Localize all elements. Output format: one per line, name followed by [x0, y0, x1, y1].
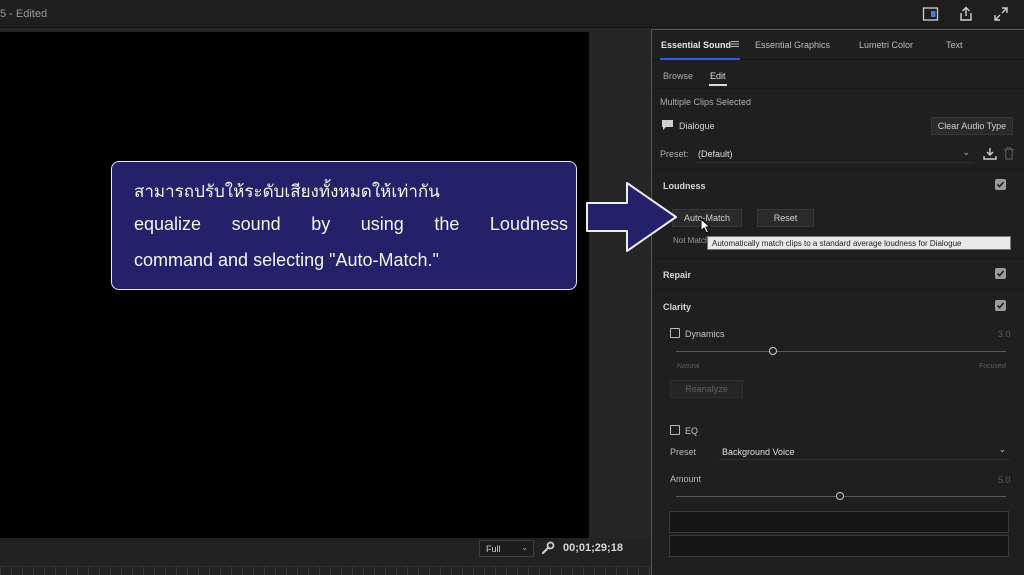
timeline-ruler[interactable]: [0, 566, 650, 575]
clarity-checkbox[interactable]: [995, 300, 1006, 311]
eq-checkbox[interactable]: [670, 425, 680, 435]
tab-essential-graphics[interactable]: Essential Graphics: [755, 40, 830, 50]
preset-value: (Default): [698, 149, 733, 159]
tab-lumetri-color[interactable]: Lumetri Color: [859, 40, 913, 50]
resolution-select[interactable]: Full ⌄: [479, 540, 534, 557]
amount-slider-knob[interactable]: [836, 492, 844, 500]
dynamics-slider-knob[interactable]: [769, 347, 777, 355]
callout-line-3: command and selecting "Auto-Match.": [134, 250, 439, 270]
preset-select[interactable]: (Default) ⌄: [696, 147, 974, 163]
tab-browse[interactable]: Browse: [663, 71, 693, 81]
callout-line-thai: สามารถปรับให้ระดับเสียงทั้งหมดให้เท่ากัน: [134, 182, 440, 202]
amount-value: 5.0: [998, 475, 1011, 485]
divider: [652, 258, 1024, 259]
clear-audio-type-button[interactable]: Clear Audio Type: [931, 117, 1013, 135]
chevron-down-icon: ⌄: [962, 147, 970, 157]
checkmark-icon: [996, 302, 1005, 309]
panel-menu-icon[interactable]: [731, 40, 739, 48]
eq-graph-top: [669, 511, 1009, 533]
dynamics-checkbox[interactable]: [670, 328, 680, 338]
resolution-value: Full: [486, 544, 501, 554]
clarity-title: Clarity: [663, 302, 692, 312]
callout-word: the: [434, 214, 460, 234]
wrench-icon[interactable]: [541, 541, 555, 555]
callout-word: Loudness: [489, 214, 568, 234]
fullscreen-icon[interactable]: [992, 6, 1010, 22]
timecode-display: 00;01;29;18: [563, 542, 623, 554]
preset-label: Preset:: [660, 149, 689, 159]
divider: [652, 289, 1024, 290]
delete-preset-icon[interactable]: [1003, 147, 1015, 160]
loudness-checkbox[interactable]: [995, 179, 1006, 190]
divider: [652, 169, 1024, 170]
tab-text[interactable]: Text: [946, 40, 963, 50]
callout-word: using: [360, 214, 404, 234]
chevron-down-icon: ⌄: [998, 444, 1006, 454]
essential-sound-panel: Essential Sound Essential Graphics Lumet…: [651, 29, 1024, 575]
eq-preset-label: Preset: [670, 447, 697, 457]
repair-checkbox[interactable]: [995, 268, 1006, 279]
divider: [652, 88, 1024, 89]
reset-button[interactable]: Reset: [757, 209, 814, 227]
eq-graph-bottom: [669, 535, 1009, 557]
dynamics-label: Dynamics: [685, 329, 725, 339]
chevron-down-icon: ⌄: [521, 543, 528, 552]
eq-preset-value: Background Voice: [722, 447, 795, 457]
reanalyze-button[interactable]: Reanalyze: [670, 380, 743, 398]
speech-bubble-icon: [662, 120, 673, 130]
dynamics-min-label: Natural: [677, 363, 700, 370]
tab-essential-sound[interactable]: Essential Sound: [661, 40, 731, 50]
callout-word: sound: [231, 214, 281, 234]
auto-match-tooltip: Automatically match clips to a standard …: [707, 236, 1011, 250]
panel-tabs: Essential Sound Essential Graphics Lumet…: [652, 30, 1024, 60]
active-tab-indicator: [660, 58, 740, 60]
save-preset-icon[interactable]: [983, 147, 997, 160]
dynamics-max-label: Focused: [979, 363, 1006, 370]
mouse-cursor-icon: [700, 218, 712, 234]
eq-preset-select[interactable]: Background Voice ⌄: [719, 444, 1010, 460]
callout-word: by: [311, 214, 331, 234]
checkmark-icon: [996, 270, 1005, 277]
callout-word: equalize: [134, 214, 202, 234]
title-bar: 5 - Edited: [0, 0, 1024, 28]
share-export-icon[interactable]: [957, 6, 975, 22]
window-title: 5 - Edited: [0, 8, 48, 20]
dynamics-value: 3.0: [998, 329, 1011, 339]
tutorial-callout: สามารถปรับให้ระดับเสียงทั้งหมดให้เท่ากัน…: [111, 161, 577, 290]
callout-line-2: equalize sound by using the Loudness: [134, 214, 568, 235]
amount-label: Amount: [670, 474, 702, 484]
selection-info: Multiple Clips Selected: [660, 97, 752, 107]
eq-label: EQ: [685, 426, 699, 436]
panel-layout-icon[interactable]: [922, 6, 940, 22]
repair-title: Repair: [663, 270, 692, 280]
pointer-arrow-icon: [586, 182, 677, 252]
tab-edit[interactable]: Edit: [710, 71, 726, 81]
subtab-indicator: [709, 84, 727, 86]
checkmark-icon: [996, 181, 1005, 188]
dynamics-slider[interactable]: [676, 351, 1006, 352]
audio-type-label: Dialogue: [679, 121, 715, 131]
